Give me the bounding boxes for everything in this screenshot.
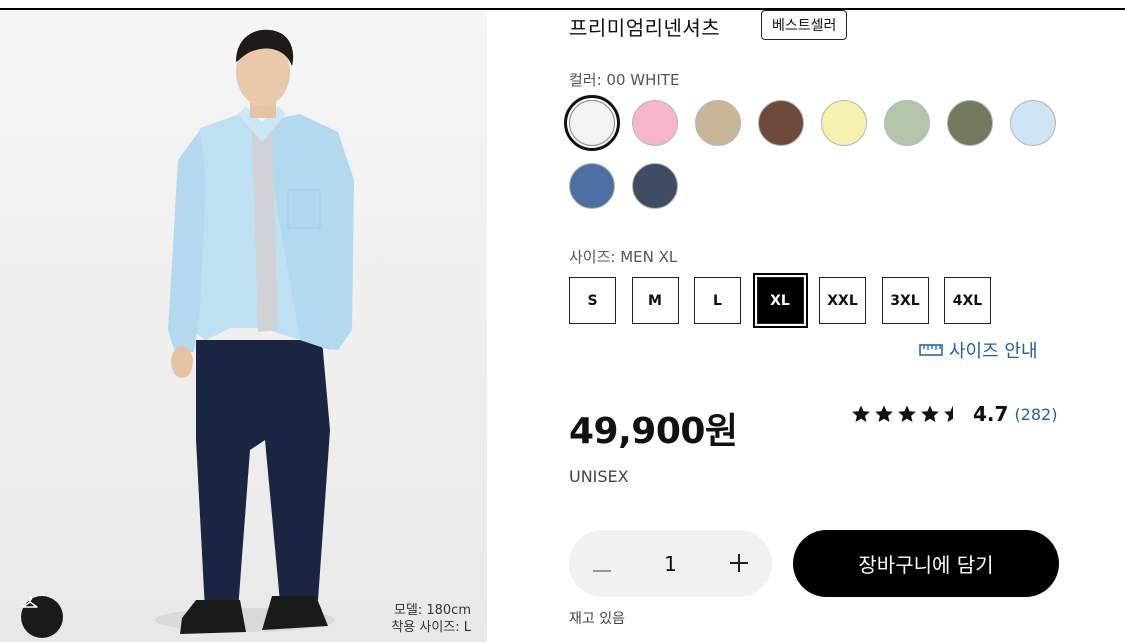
gender-label: UNISEX <box>569 467 629 486</box>
size-option-xl[interactable]: XL <box>752 273 808 328</box>
size-option-xxl[interactable]: XXL <box>819 277 866 324</box>
size-option-s[interactable]: S <box>569 277 616 324</box>
stock-status: 재고 있음 <box>569 611 625 627</box>
plus-icon <box>729 549 748 579</box>
star-icon <box>898 405 916 422</box>
color-swatch-light-blue[interactable] <box>1010 100 1056 146</box>
bestseller-badge: 베스트셀러 <box>761 10 848 40</box>
product-price: 49,900원 <box>569 411 738 452</box>
rating[interactable]: 4.7 (282) <box>851 402 1057 426</box>
increase-quantity-button[interactable] <box>724 549 754 579</box>
color-swatch-pink[interactable] <box>632 100 678 146</box>
model-height: 모델: 180cm <box>393 603 471 618</box>
color-label: 컬러: 00 WHITE <box>569 71 680 89</box>
ruler-icon <box>919 340 943 361</box>
product-photo: 모델: 180cm 착용 사이즈: L <box>0 10 487 642</box>
size-option-3xl[interactable]: 3XL <box>881 277 929 324</box>
size-guide-label: 사이즈 안내 <box>949 341 1038 362</box>
rating-score: 4.7 <box>973 402 1009 426</box>
size-option-m[interactable]: M <box>631 277 679 324</box>
model-wearing-size: 착용 사이즈: L <box>391 620 471 635</box>
star-icon <box>921 405 939 422</box>
star-icon <box>944 405 953 422</box>
rating-stars <box>851 404 963 424</box>
size-label: 사이즈: MEN XL <box>569 248 678 266</box>
color-swatch-yellow[interactable] <box>821 100 867 146</box>
color-swatch-white[interactable] <box>564 95 620 151</box>
star-icon <box>852 405 870 422</box>
star-icon <box>875 405 893 422</box>
color-swatch-beige[interactable] <box>695 100 741 146</box>
fitting-hanger-button[interactable] <box>21 596 63 638</box>
color-swatch-blue[interactable] <box>569 163 615 209</box>
minus-icon <box>593 549 611 579</box>
size-option-l[interactable]: L <box>694 277 741 324</box>
size-guide-link[interactable]: 사이즈 안내 <box>919 337 1038 363</box>
review-count-link[interactable]: (282) <box>1014 405 1057 424</box>
color-swatch-olive[interactable] <box>947 100 993 146</box>
quantity-stepper: 1 <box>569 530 772 597</box>
color-swatch-navy[interactable] <box>632 163 678 209</box>
size-option-4xl[interactable]: 4XL <box>944 277 991 324</box>
add-to-cart-button[interactable]: 장바구니에 담기 <box>793 530 1059 597</box>
color-swatch-light-green[interactable] <box>884 100 930 146</box>
decrease-quantity-button[interactable] <box>587 549 617 579</box>
product-title: 프리미엄리넨셔츠 <box>569 16 721 40</box>
model-info: 모델: 180cm 착용 사이즈: L <box>391 602 471 636</box>
color-swatch-brown[interactable] <box>758 100 804 146</box>
product-info-panel: 프리미엄리넨셔츠 베스트셀러 컬러: 00 WHITE 사이즈: MEN XL … <box>487 0 1125 642</box>
quantity-value[interactable]: 1 <box>664 552 677 576</box>
model-illustration <box>155 29 354 634</box>
